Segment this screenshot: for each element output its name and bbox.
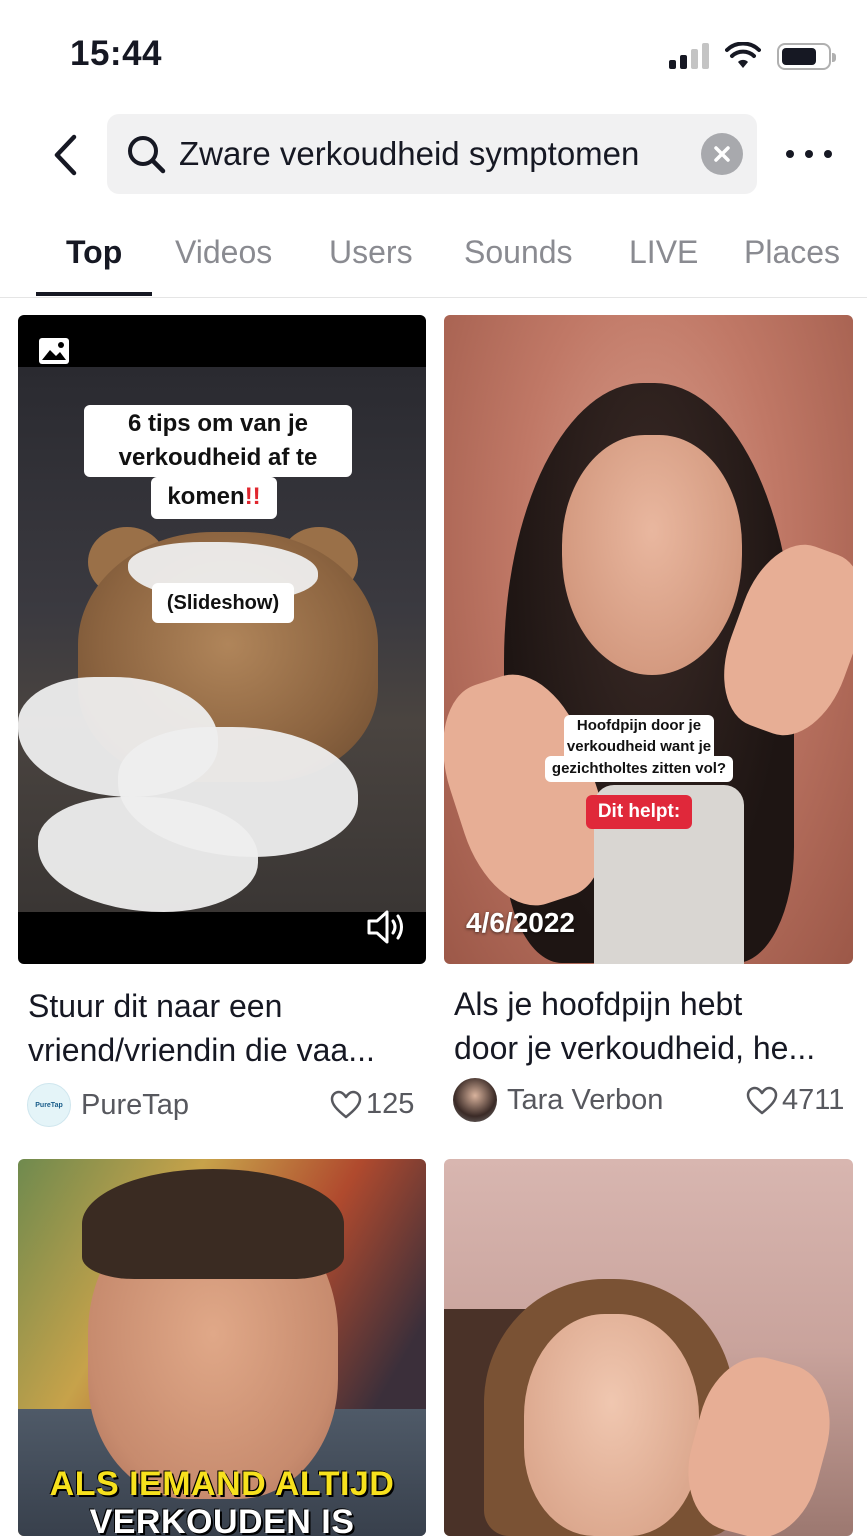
video-caption: ALS IEMAND ALTIJD — [49, 1465, 395, 1503]
video-caption: VERKOUDEN IS — [89, 1503, 355, 1536]
chevron-left-icon — [54, 134, 77, 176]
thumbnail-image — [444, 315, 853, 964]
video-thumbnail[interactable]: ALS IEMAND ALTIJD VERKOUDEN IS — [18, 1159, 426, 1536]
more-dot-icon — [786, 150, 794, 158]
more-dot-icon — [805, 150, 813, 158]
video-thumbnail[interactable]: 6 tips om van je verkoudheid af te komen… — [18, 315, 426, 964]
search-query: Zware verkoudheid symptomen — [179, 135, 640, 172]
status-icons — [669, 40, 836, 72]
thumbnail-image — [444, 1159, 853, 1536]
author-name: PureTap — [81, 1088, 190, 1121]
overlay-text: komen!! — [151, 477, 277, 519]
tab-live[interactable]: LIVE — [629, 234, 698, 271]
overlay-cta: Dit helpt: — [586, 795, 692, 829]
author-row[interactable]: Tara Verbon — [453, 1078, 663, 1122]
cellular-signal-icon — [669, 43, 709, 69]
video-title[interactable]: Als je hoofdpijn hebt door je verkoudhei… — [454, 982, 849, 1070]
overlay-text: gezichtholtes zitten vol? — [545, 756, 733, 782]
heart-icon — [330, 1090, 362, 1118]
search-input[interactable]: Zware verkoudheid symptomen — [107, 114, 757, 194]
avatar: PureTap — [27, 1083, 71, 1127]
video-title[interactable]: Stuur dit naar een vriend/vriendin die v… — [28, 984, 418, 1072]
wifi-icon — [725, 42, 761, 68]
video-thumbnail[interactable]: Hoofdpijn door je verkoudheid want je ge… — [444, 315, 853, 964]
tab-sounds[interactable]: Sounds — [464, 234, 573, 271]
back-button[interactable] — [40, 128, 90, 182]
more-dot-icon — [824, 150, 832, 158]
like-count: 4711 — [746, 1084, 844, 1117]
author-name: Tara Verbon — [507, 1083, 664, 1116]
search-tabs: Top Videos Users Sounds LIVE Places — [0, 222, 867, 298]
close-icon — [714, 146, 730, 162]
active-tab-indicator — [36, 292, 152, 296]
speaker-icon[interactable] — [366, 909, 408, 945]
like-count: 125 — [330, 1088, 414, 1121]
video-date: 4/6/2022 — [466, 907, 575, 938]
author-row[interactable]: PureTap PureTap — [27, 1083, 189, 1127]
image-slideshow-icon — [39, 338, 69, 364]
tab-users[interactable]: Users — [329, 234, 413, 271]
tab-top[interactable]: Top — [66, 234, 122, 271]
status-time: 15:44 — [70, 34, 163, 73]
overlay-text: 6 tips om van je verkoudheid af te — [84, 405, 352, 477]
search-icon — [125, 133, 167, 175]
clear-search-button[interactable] — [701, 133, 743, 175]
tab-places[interactable]: Places — [744, 234, 840, 271]
overlay-subtitle: (Slideshow) — [152, 583, 294, 623]
more-options-button[interactable] — [786, 138, 832, 170]
tab-videos[interactable]: Videos — [175, 234, 272, 271]
avatar — [453, 1078, 497, 1122]
video-thumbnail[interactable] — [444, 1159, 853, 1536]
battery-icon — [777, 42, 836, 70]
status-bar: 15:44 — [0, 0, 867, 100]
heart-icon — [746, 1086, 778, 1114]
